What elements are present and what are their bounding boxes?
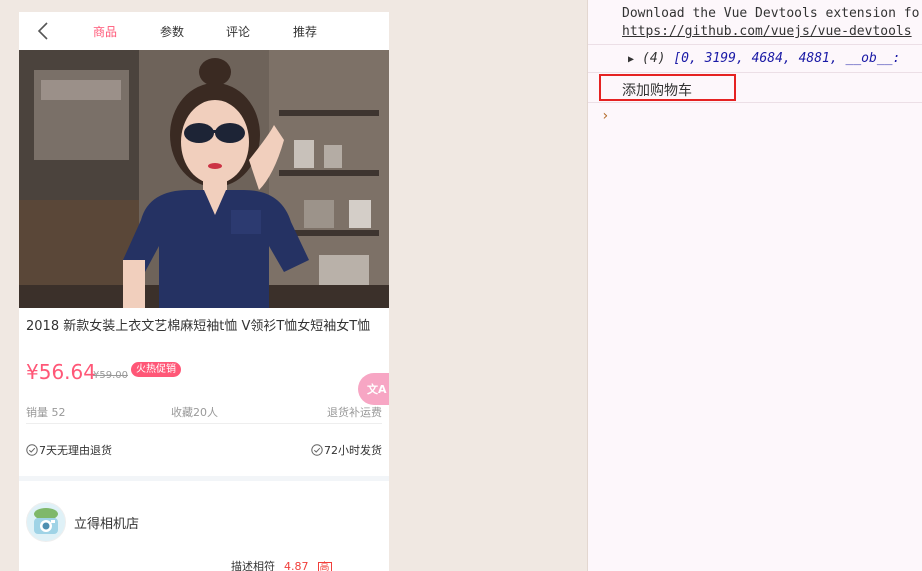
tab-recommend[interactable]: 推荐 (293, 23, 317, 40)
shop-info[interactable]: 立得相机店 (26, 502, 386, 542)
detail-nav-bar: 商品 参数 评论 推荐 (19, 12, 389, 51)
console-divider (588, 72, 922, 73)
return-policy: 退货补运费 (327, 406, 382, 419)
tab-comments[interactable]: 评论 (226, 23, 250, 40)
check-circle-icon (26, 444, 38, 456)
tab-goods[interactable]: 商品 (93, 23, 117, 40)
product-image-carousel[interactable] (19, 50, 389, 308)
console-log-message: 添加购物车 (622, 83, 692, 99)
product-photo (19, 50, 389, 308)
console-divider (588, 44, 922, 45)
score-label: 描述相符 (231, 560, 275, 571)
divider (26, 423, 382, 424)
mobile-app-panel: 商品 参数 评论 推荐 2018 新款女装上衣文艺棉麻短袖t恤 V领衫T恤女短袖… (19, 12, 389, 571)
service-label: 72小时发货 (324, 444, 382, 457)
chevron-left-icon[interactable] (33, 20, 55, 42)
product-title: 2018 新款女装上衣文艺棉麻短袖t恤 V领衫T恤女短袖女T恤 (26, 319, 371, 334)
sales-count: 销量 52 (26, 406, 66, 419)
console-divider (588, 102, 922, 103)
devtools-message: Download the Vue Devtools extension fo (622, 6, 920, 21)
service-label: 7天无理由退货 (39, 444, 112, 457)
current-price: ¥56.64 (26, 360, 96, 384)
score-tag: 高 (317, 562, 332, 571)
devtools-link[interactable]: https://github.com/vuejs/vue-devtools (622, 23, 922, 41)
service-item: 7天无理由退货 (26, 442, 112, 458)
shop-name: 立得相机店 (74, 517, 140, 532)
array-length: (4) (642, 51, 666, 66)
expand-triangle-icon[interactable]: ▶ (628, 54, 634, 65)
console-prompt[interactable]: › (601, 108, 609, 124)
console-array-log[interactable]: ▶ (4) [0, 3199, 4684, 4881, __ob__: (628, 50, 922, 69)
translate-button[interactable]: 文A (358, 373, 389, 405)
section-separator (19, 476, 389, 481)
shop-score-row: 描述相符 4.87 高 (231, 558, 332, 571)
product-stats-row: 销量 52 收藏20人 退货补运费 (26, 404, 382, 424)
tab-params[interactable]: 参数 (160, 23, 184, 40)
console-info-message: Download the Vue Devtools extension fo h… (622, 5, 922, 41)
translate-icon: 文A (367, 383, 387, 396)
camera-logo-icon (27, 503, 65, 541)
service-item: 72小时发货 (311, 442, 382, 458)
favorites-count: 收藏20人 (171, 406, 218, 419)
service-row: 7天无理由退货 72小时发货 (26, 442, 382, 460)
check-circle-icon (311, 444, 323, 456)
shop-logo[interactable] (26, 502, 66, 542)
score-value: 4.87 (284, 560, 309, 571)
array-preview: [0, 3199, 4684, 4881, __ob__: (673, 51, 901, 66)
promo-badge: 火热促销 (131, 362, 181, 377)
original-price: ¥59.00 (93, 370, 128, 381)
